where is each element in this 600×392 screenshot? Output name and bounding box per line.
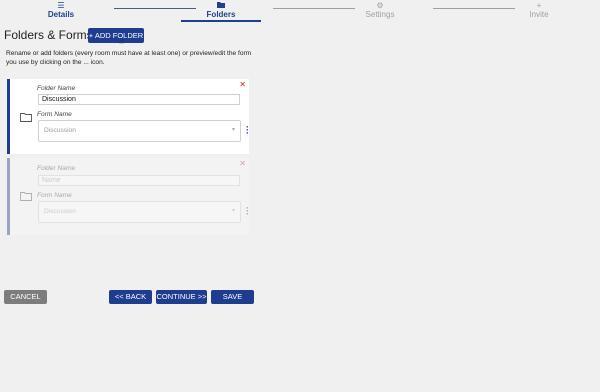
- folder-icon: [181, 1, 261, 10]
- step-settings[interactable]: ⚙ Settings: [340, 1, 420, 20]
- step-settings-label: Settings: [365, 10, 395, 19]
- form-name-label: Form Name: [37, 192, 72, 199]
- chevron-down-icon: ▾: [231, 208, 235, 214]
- folder-outline-icon: [20, 192, 32, 201]
- save-button[interactable]: SAVE: [211, 290, 254, 304]
- form-name-selected: Discussion: [44, 208, 76, 215]
- step-invite-label: Invite: [529, 10, 549, 19]
- plus-icon: +: [536, 1, 542, 10]
- instructions-text: Rename or add folders (every room must h…: [6, 50, 252, 66]
- folder-name-label: Folder Name: [37, 85, 76, 92]
- add-folder-button[interactable]: + ADD FOLDER: [88, 28, 144, 43]
- gear-icon: ⚙: [376, 1, 384, 10]
- step-folders-label: Folders: [206, 10, 236, 19]
- page-title: Folders & Forms: [4, 28, 93, 42]
- form-name-select[interactable]: Discussion ▾: [38, 120, 241, 142]
- step-folders[interactable]: Folders: [181, 1, 261, 22]
- back-button[interactable]: << BACK: [109, 290, 152, 304]
- wizard-stepper: ☰ Details Folders ⚙ Settings + Invite: [0, 0, 600, 22]
- form-name-selected: Discussion: [44, 127, 76, 134]
- list-icon: ☰: [57, 1, 65, 10]
- folder-outline-icon: [20, 113, 32, 122]
- hand-cursor-icon: ☝: [119, 37, 124, 46]
- continue-button[interactable]: CONTINUE >>: [156, 290, 207, 304]
- folder-name-input[interactable]: Discussion: [38, 94, 240, 105]
- form-name-label: Form Name: [37, 111, 72, 118]
- folder-card: ✕ Folder Name Discussion Form Name Discu…: [7, 79, 249, 154]
- delete-folder-icon[interactable]: ✕: [239, 159, 246, 168]
- form-name-select[interactable]: Discussion ▾: [38, 201, 241, 223]
- chevron-down-icon: ▾: [231, 127, 235, 133]
- folder-name-input[interactable]: Name: [38, 175, 240, 186]
- step-details[interactable]: ☰ Details: [21, 1, 101, 20]
- folder-card: ✕ Folder Name Name Form Name Discussion …: [7, 158, 249, 235]
- more-options-icon[interactable]: · · ·: [246, 204, 250, 219]
- cancel-button[interactable]: CANCEL: [4, 290, 47, 304]
- delete-folder-icon[interactable]: ✕: [239, 80, 246, 89]
- step-invite[interactable]: + Invite: [499, 1, 579, 20]
- folder-name-label: Folder Name: [37, 165, 76, 172]
- active-step-underline: [181, 20, 261, 22]
- more-options-icon[interactable]: · · ·: [246, 123, 250, 138]
- step-details-label: Details: [47, 10, 75, 19]
